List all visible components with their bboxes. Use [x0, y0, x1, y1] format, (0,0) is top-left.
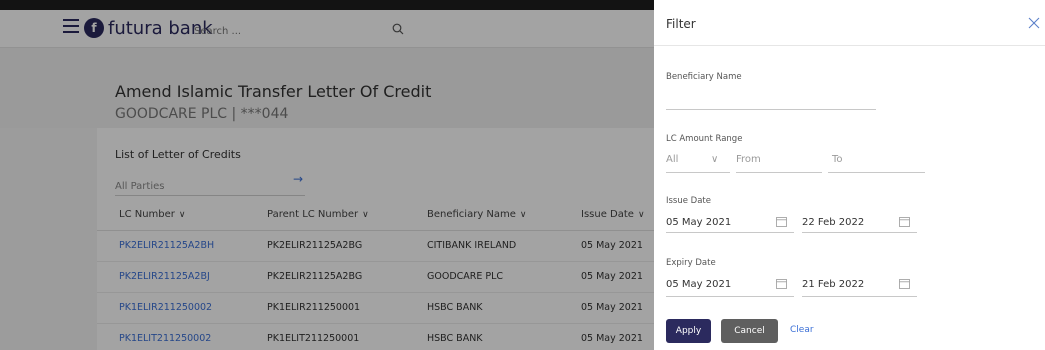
close-icon[interactable] [1028, 17, 1040, 29]
clear-link[interactable]: Clear [790, 325, 814, 335]
expiry-date-label: Expiry Date [666, 258, 716, 268]
expiry-date-to-field[interactable]: 21 Feb 2022 [802, 277, 917, 297]
chevron-down-icon: ∨ [711, 154, 719, 165]
issue-date-label: Issue Date [666, 196, 711, 206]
cancel-button[interactable]: Cancel [721, 319, 778, 343]
calendar-icon[interactable] [776, 216, 787, 227]
amount-from-placeholder: From [736, 154, 761, 165]
expiry-date-to: 21 Feb 2022 [802, 279, 865, 290]
issue-date-to-field[interactable]: 22 Feb 2022 [802, 213, 917, 233]
apply-button[interactable]: Apply [666, 319, 711, 343]
beneficiary-input[interactable] [666, 90, 876, 110]
beneficiary-label: Beneficiary Name [666, 72, 742, 82]
calendar-icon[interactable] [899, 216, 910, 227]
modal-backdrop[interactable] [0, 0, 654, 350]
issue-date-from-field[interactable]: 05 May 2021 [666, 213, 794, 233]
issue-date-from: 05 May 2021 [666, 217, 732, 228]
calendar-icon[interactable] [776, 278, 787, 289]
expiry-date-from-field[interactable]: 05 May 2021 [666, 277, 794, 297]
expiry-date-from: 05 May 2021 [666, 279, 732, 290]
amount-to-placeholder: To [832, 154, 843, 165]
filter-header: Filter [654, 0, 1045, 46]
filter-title: Filter [666, 17, 696, 31]
amount-from-input[interactable]: From [736, 153, 822, 173]
amount-to-input[interactable]: To [828, 153, 925, 173]
amount-range-label: LC Amount Range [666, 134, 743, 144]
currency-value: All [666, 154, 679, 165]
issue-date-to: 22 Feb 2022 [802, 217, 865, 228]
calendar-icon[interactable] [899, 278, 910, 289]
currency-select[interactable]: All ∨ [666, 153, 730, 173]
filter-panel: Filter Beneficiary Name LC Amount Range … [654, 0, 1045, 350]
